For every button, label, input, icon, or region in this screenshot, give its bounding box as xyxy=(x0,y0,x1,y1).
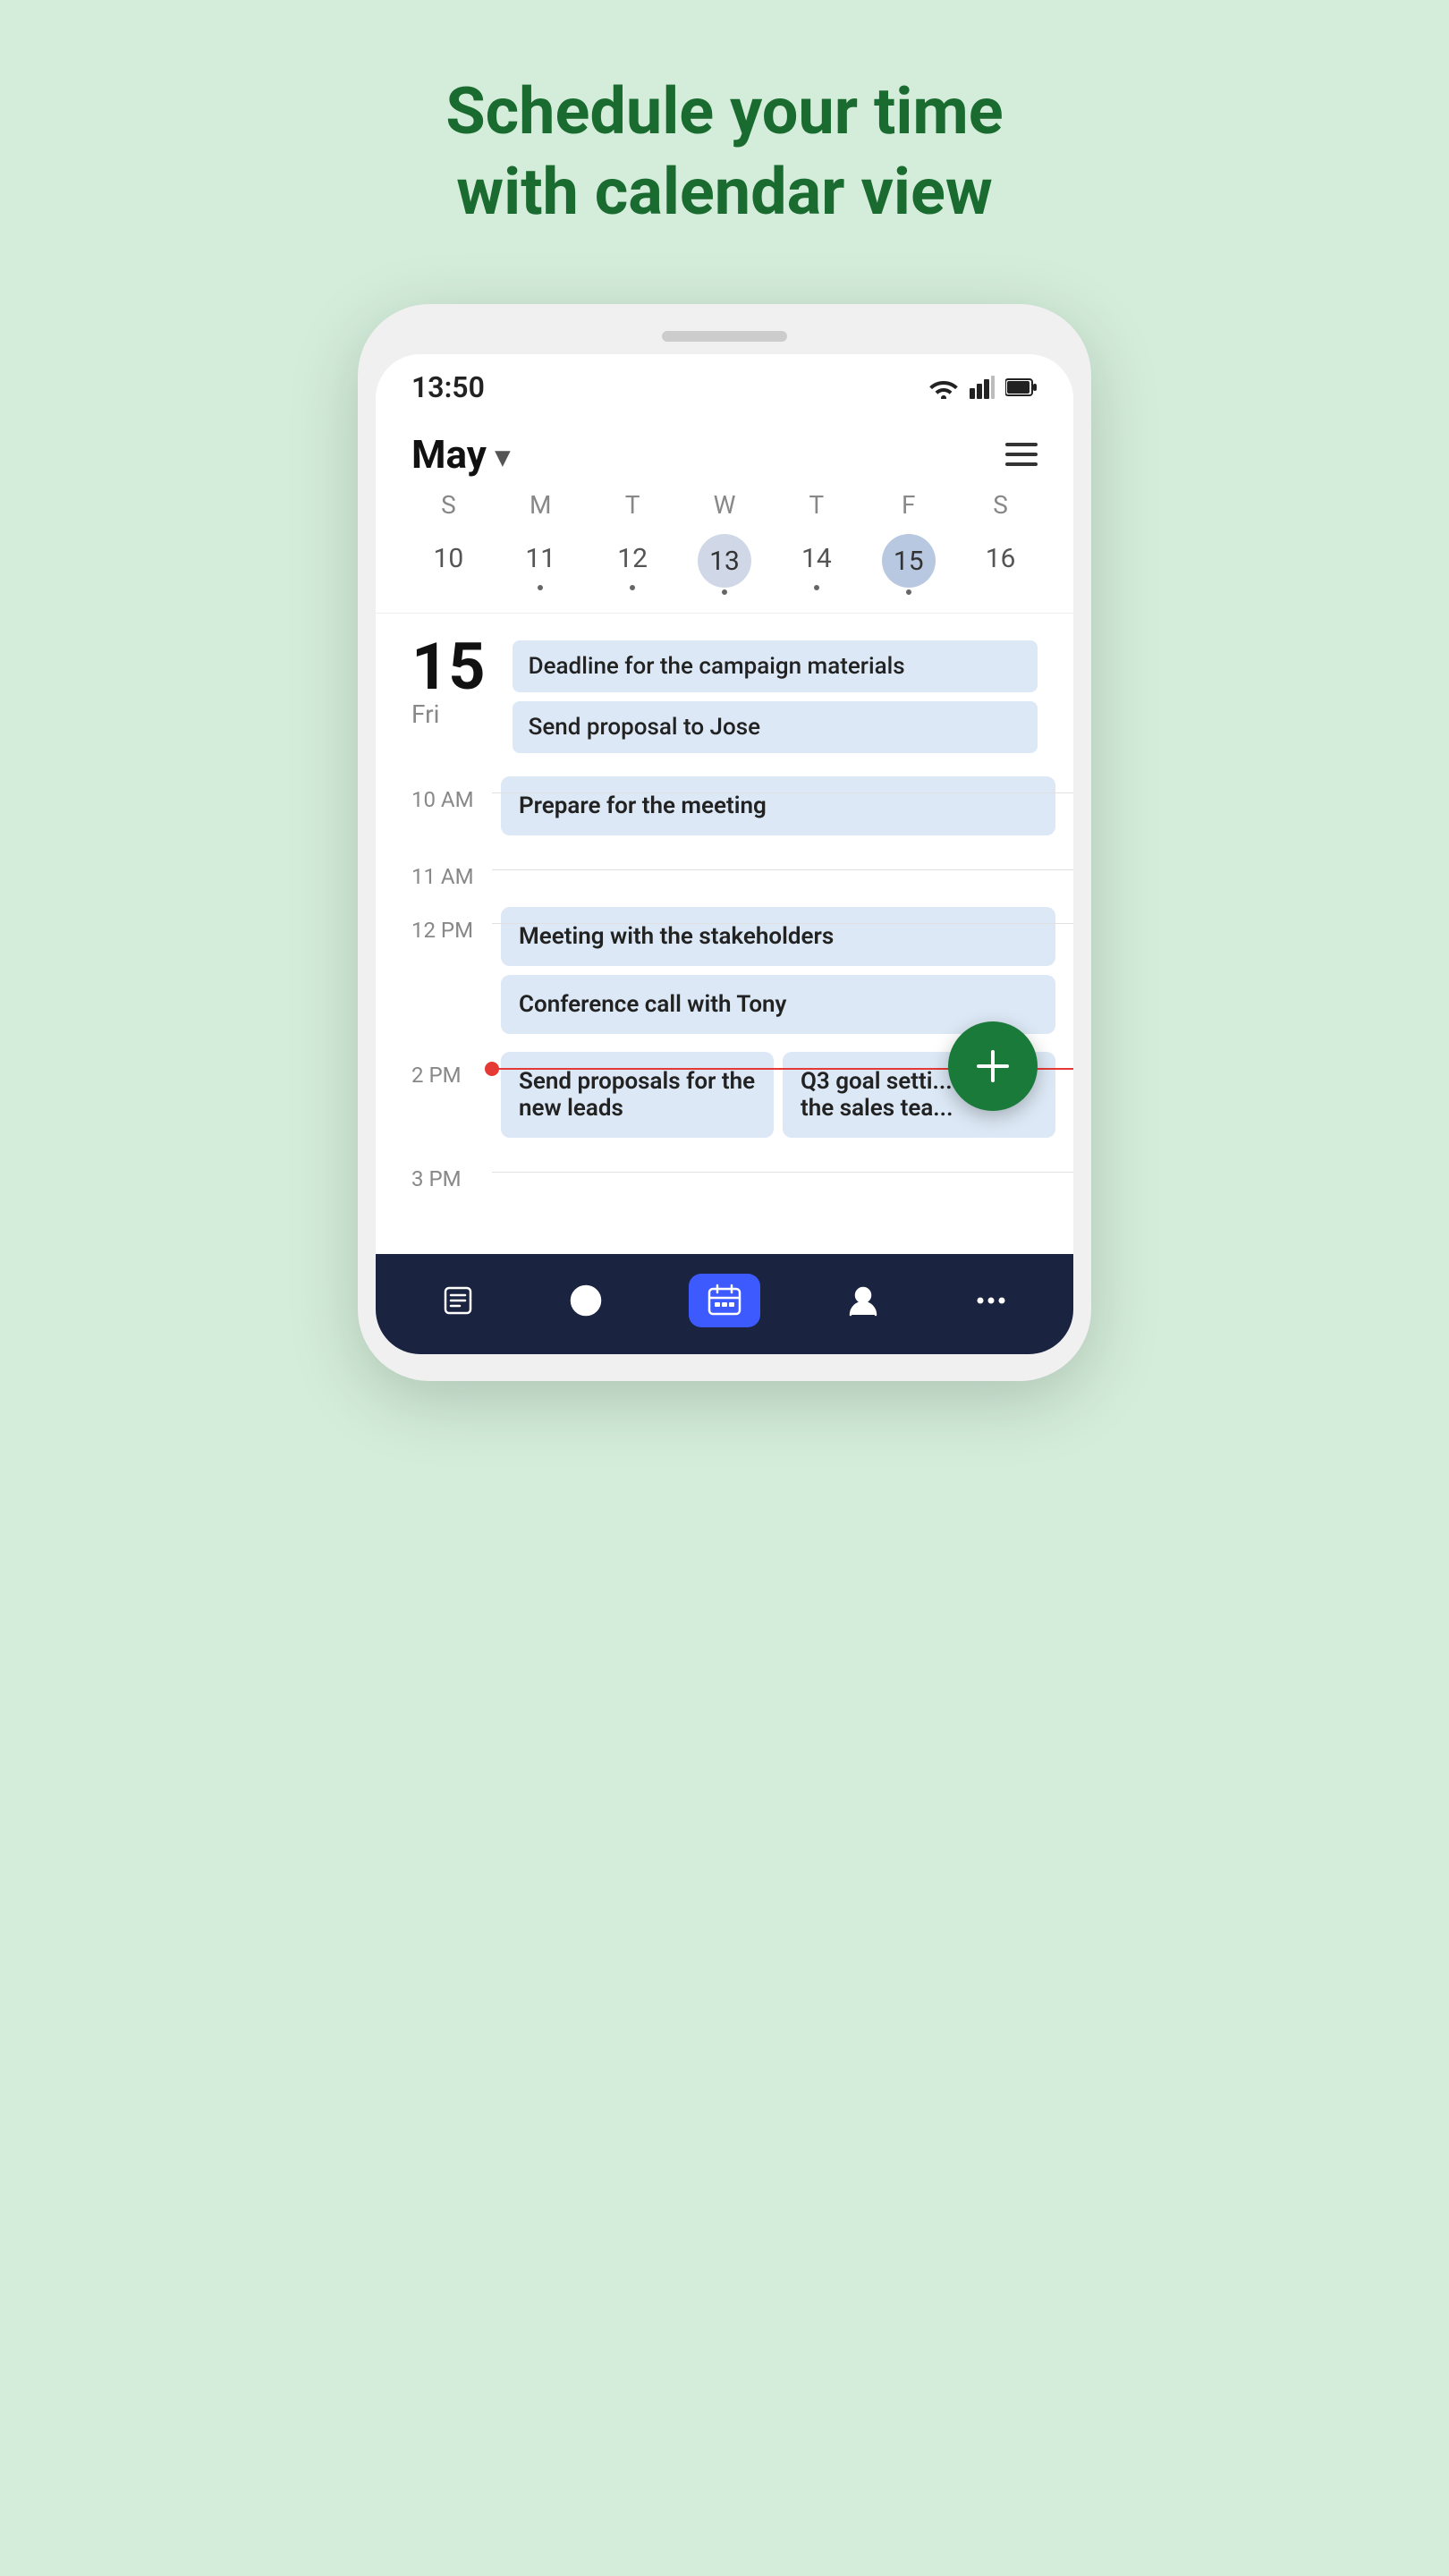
day-16[interactable]: 16 xyxy=(954,534,1046,595)
chevron-down-icon[interactable]: ▾ xyxy=(496,439,510,473)
phone-notch xyxy=(662,331,787,342)
tasks-icon xyxy=(432,1275,484,1326)
status-icons xyxy=(928,376,1038,399)
status-bar: 13:50 xyxy=(376,354,1073,413)
nav-item-profile[interactable] xyxy=(837,1275,889,1326)
nav-item-finance[interactable]: $ xyxy=(560,1275,612,1326)
time-label-10am: 10 AM xyxy=(376,767,492,812)
day-header-w: W xyxy=(679,490,771,520)
day-14-dot xyxy=(814,585,819,590)
fab-add-button[interactable] xyxy=(948,1021,1038,1111)
timeline-row-11am: 11 AM xyxy=(376,844,1073,898)
timeline-row-3pm: 3 PM xyxy=(376,1147,1073,1200)
hamburger-icon[interactable] xyxy=(1005,443,1038,466)
fab-spacer xyxy=(376,1200,1073,1254)
phone-frame: 13:50 xyxy=(358,304,1091,1381)
svg-text:$: $ xyxy=(581,1289,591,1310)
divider-3pm xyxy=(492,1172,1073,1173)
event-send-proposals[interactable]: Send proposals for the new leads xyxy=(501,1052,774,1138)
day-10[interactable]: 10 xyxy=(402,534,495,595)
day-big: 15 Fri xyxy=(411,635,486,729)
day-detail-header: 15 Fri Deadline for the campaign materia… xyxy=(376,613,1073,767)
day-15-dot xyxy=(906,589,911,595)
time-label-2pm: 2 PM xyxy=(376,1043,492,1088)
day-15-wrapper[interactable]: 15 xyxy=(862,534,954,595)
day-13-wrapper[interactable]: 13 xyxy=(679,534,771,595)
wifi-icon xyxy=(928,376,959,399)
day-13-dot xyxy=(722,589,727,595)
calendar-icon xyxy=(689,1274,760,1327)
compact-event-1[interactable]: Deadline for the campaign materials xyxy=(513,640,1038,692)
signal-icon xyxy=(970,376,995,399)
time-label-3pm: 3 PM xyxy=(376,1147,492,1191)
headline-line2: with calendar view xyxy=(445,152,1003,233)
divider-10am xyxy=(492,792,1073,793)
phone-screen: 13:50 xyxy=(376,354,1073,1354)
finance-icon: $ xyxy=(560,1275,612,1326)
event-conference-tony[interactable]: Conference call with Tony xyxy=(501,975,1055,1034)
day-12: 12 xyxy=(617,534,648,583)
headline: Schedule your time with calendar view xyxy=(445,72,1003,233)
month-selector[interactable]: May ▾ xyxy=(411,431,510,478)
day-header-f: F xyxy=(862,490,954,520)
day-big-number: 15 xyxy=(411,635,486,699)
headline-line1: Schedule your time xyxy=(445,72,1003,152)
nav-item-calendar[interactable] xyxy=(689,1274,760,1327)
day-header-s1: S xyxy=(402,490,495,520)
calendar-grid: S M T W T F S 10 11 12 xyxy=(376,490,1073,613)
day-header-t2: T xyxy=(770,490,862,520)
page-container: Schedule your time with calendar view 13… xyxy=(0,72,1449,1381)
profile-icon xyxy=(837,1275,889,1326)
day-15-selected: 15 xyxy=(882,534,936,588)
day-13-today: 13 xyxy=(698,534,751,588)
day-header-s2: S xyxy=(954,490,1046,520)
timeline-row-12pm: 12 PM Meeting with the stakeholders Conf… xyxy=(376,898,1073,1043)
day-11: 11 xyxy=(525,534,555,583)
event-prepare-meeting[interactable]: Prepare for the meeting xyxy=(501,776,1055,835)
divider-12pm xyxy=(492,923,1073,924)
day-12-dot xyxy=(630,585,635,590)
time-label-11am: 11 AM xyxy=(376,844,492,889)
nav-item-more[interactable] xyxy=(965,1275,1017,1326)
more-icon xyxy=(965,1275,1017,1326)
day-11-dot xyxy=(538,585,543,590)
day-11-wrapper[interactable]: 11 xyxy=(495,534,587,595)
time-label-12pm: 12 PM xyxy=(376,898,492,943)
nav-item-tasks[interactable] xyxy=(432,1275,484,1326)
app-header: May ▾ xyxy=(376,413,1073,490)
timeline-row-10am: 10 AM Prepare for the meeting xyxy=(376,767,1073,844)
month-label: May xyxy=(411,431,487,478)
timeline: 10 AM Prepare for the meeting 11 AM 12 P… xyxy=(376,767,1073,1200)
battery-icon xyxy=(1005,377,1038,397)
day-header-t1: T xyxy=(587,490,679,520)
bottom-nav: $ xyxy=(376,1254,1073,1354)
day-header-m: M xyxy=(495,490,587,520)
divider-11am xyxy=(492,869,1073,870)
current-time-dot xyxy=(485,1062,499,1076)
event-stakeholders[interactable]: Meeting with the stakeholders xyxy=(501,907,1055,966)
day-numbers: 10 11 12 13 14 xyxy=(402,534,1046,595)
day-14: 14 xyxy=(801,534,832,583)
status-time: 13:50 xyxy=(411,370,485,404)
day-12-wrapper[interactable]: 12 xyxy=(587,534,679,595)
day-headers: S M T W T F S xyxy=(402,490,1046,520)
day-events-compact: Deadline for the campaign materials Send… xyxy=(513,635,1038,753)
day-14-wrapper[interactable]: 14 xyxy=(770,534,862,595)
plus-icon xyxy=(973,1046,1013,1086)
compact-event-2[interactable]: Send proposal to Jose xyxy=(513,701,1038,753)
